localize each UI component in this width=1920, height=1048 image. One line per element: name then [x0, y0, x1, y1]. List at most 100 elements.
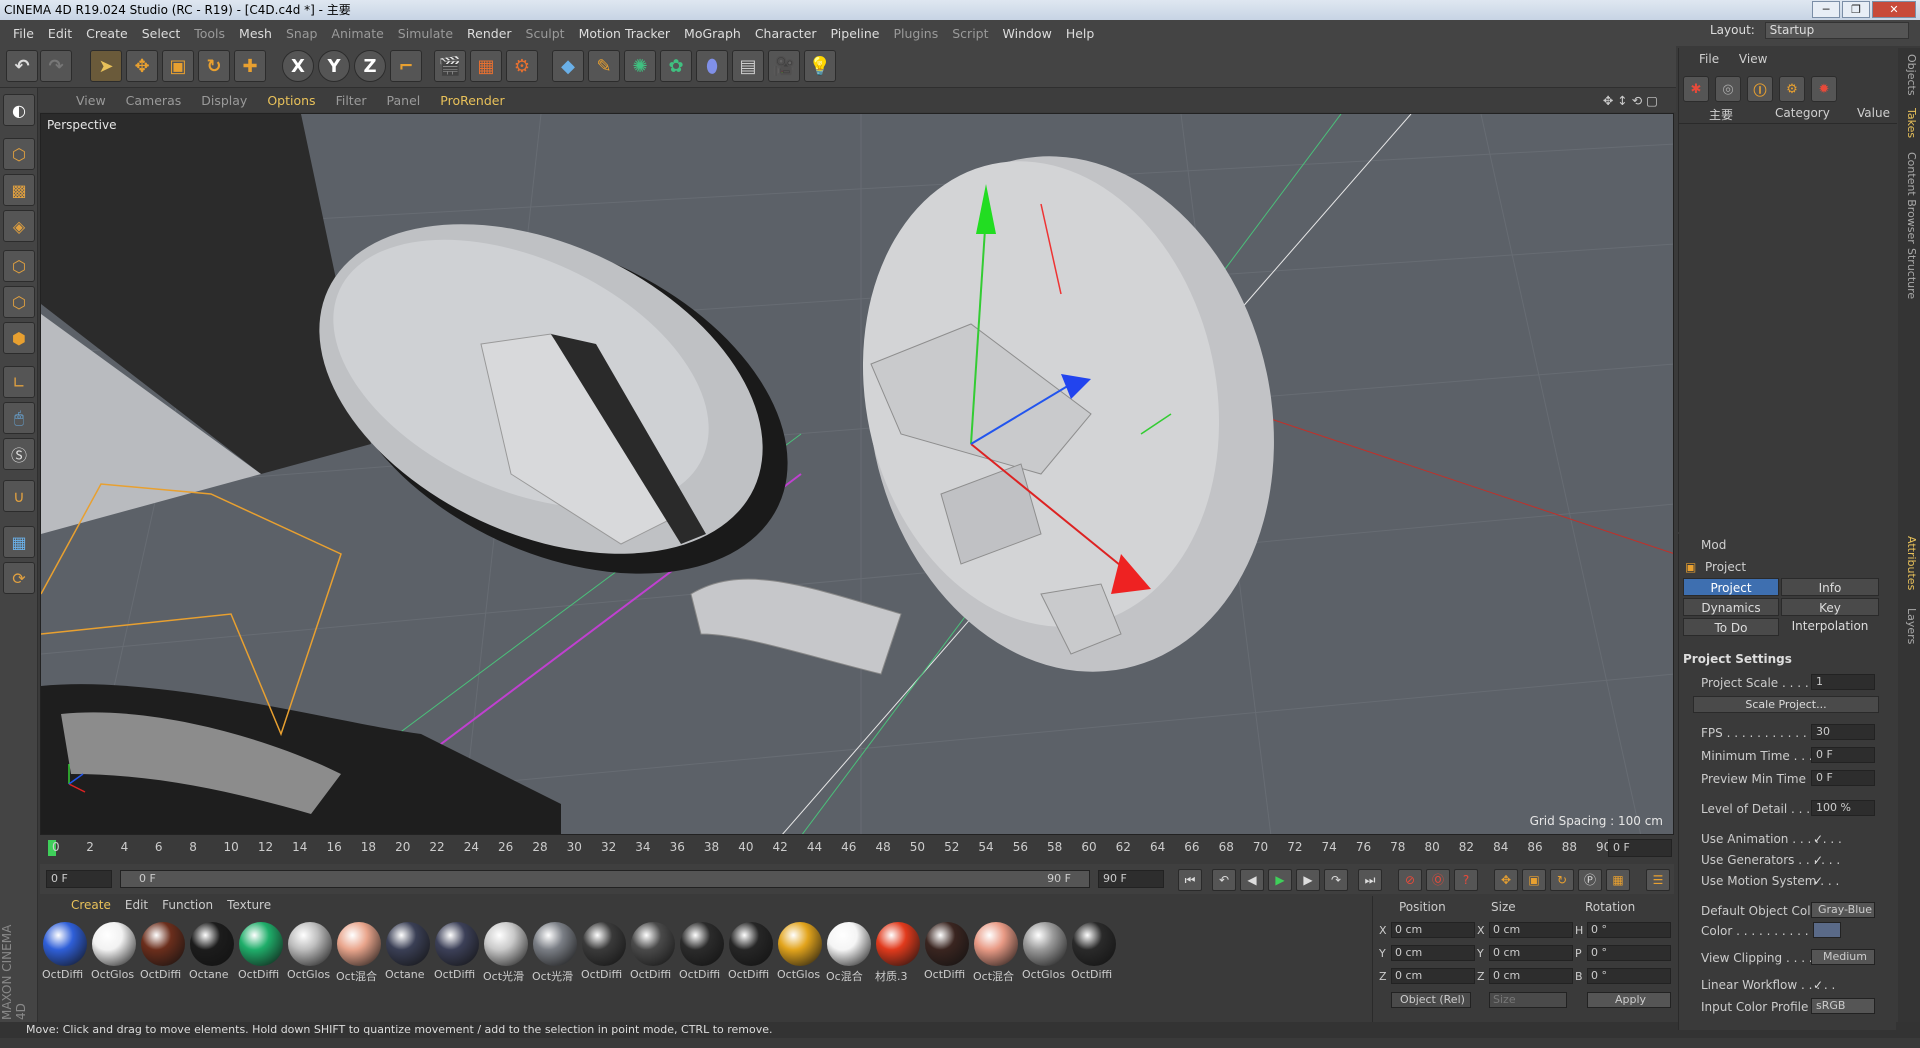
end-frame-field[interactable]: 90 F: [1098, 870, 1164, 888]
move-tool-icon[interactable]: ✥: [126, 50, 158, 82]
3d-viewport[interactable]: Perspective Grid Spacing : 100 cm: [40, 113, 1674, 835]
spline-pen-icon[interactable]: ✎: [588, 50, 620, 82]
current-frame-field[interactable]: 0 F: [1608, 839, 1672, 857]
material-swatch[interactable]: OctDiffi: [140, 922, 186, 981]
material-swatch[interactable]: OctDiffi: [1071, 922, 1117, 981]
layout-dropdown[interactable]: Startup: [1764, 22, 1909, 39]
menu-motion-tracker[interactable]: Motion Tracker: [572, 26, 677, 41]
size-x-field[interactable]: 0 cm: [1489, 922, 1573, 938]
menu-character[interactable]: Character: [748, 26, 824, 41]
viewport-menu-panel[interactable]: Panel: [377, 93, 431, 108]
minimum-time-field[interactable]: 0 F: [1811, 747, 1875, 763]
layout-selector[interactable]: Layout: Startup: [1710, 22, 1909, 39]
viewport-menu-filter[interactable]: Filter: [326, 93, 377, 108]
menu-tools[interactable]: Tools: [187, 26, 232, 41]
material-swatch[interactable]: OctDiffi: [581, 922, 627, 981]
view-clipping-dropdown[interactable]: Medium: [1811, 949, 1875, 965]
main-take-name[interactable]: 主要: [1709, 106, 1733, 123]
material-swatch[interactable]: OctDiffi: [728, 922, 774, 981]
preview-range-slider[interactable]: 0 F 90 F: [120, 870, 1090, 888]
snap-icon[interactable]: ∪: [3, 480, 35, 512]
size-z-field[interactable]: 0 cm: [1489, 968, 1573, 984]
material-swatch[interactable]: Oct光滑: [532, 922, 578, 984]
use-generators-checkbox[interactable]: ✓: [1813, 853, 1823, 867]
tab-info[interactable]: Info: [1781, 578, 1879, 596]
next-frame-icon[interactable]: ▶: [1296, 869, 1320, 891]
preview-min-time-field[interactable]: 0 F: [1811, 770, 1875, 786]
make-editable-icon[interactable]: ◐: [3, 94, 35, 126]
take-icon[interactable]: ✱: [1683, 76, 1709, 102]
material-swatch[interactable]: 材质.3: [875, 922, 921, 984]
menu-render[interactable]: Render: [460, 26, 519, 41]
lock-workplane-icon[interactable]: ▦: [3, 526, 35, 558]
viewport-menu-cameras[interactable]: Cameras: [116, 93, 192, 108]
menu-plugins[interactable]: Plugins: [886, 26, 945, 41]
linear-workflow-checkbox[interactable]: ✓: [1813, 978, 1823, 992]
material-swatch[interactable]: OctDiffi: [434, 922, 480, 981]
menu-window[interactable]: Window: [996, 26, 1059, 41]
tab-dynamics[interactable]: Dynamics: [1683, 598, 1779, 616]
menu-sculpt[interactable]: Sculpt: [519, 26, 572, 41]
planar-workplane-icon[interactable]: ⟳: [3, 562, 35, 594]
position-x-field[interactable]: 0 cm: [1391, 922, 1475, 938]
rotation-p-field[interactable]: 0 °: [1587, 945, 1671, 961]
keyframe-selection-icon[interactable]: ?: [1454, 869, 1478, 891]
default-object-color-dropdown[interactable]: Gray-Blue: [1811, 902, 1875, 918]
side-tab-structure[interactable]: Structure: [1900, 248, 1918, 299]
tweak-mode-icon[interactable]: 🖱: [3, 402, 35, 434]
solo-mode-icon[interactable]: Ⓢ: [3, 438, 35, 470]
tab-key-interpolation[interactable]: Key Interpolation: [1781, 598, 1879, 633]
polygons-mode-icon[interactable]: ⬢: [3, 322, 35, 354]
apply-button[interactable]: Apply: [1587, 992, 1671, 1008]
timeline-ruler[interactable]: 0 2 4 6 8 10 12 14 16 18 20 22 24 26 28 30 32 34 36 38 40 42 4…: [40, 836, 1674, 860]
cube-primitive-icon[interactable]: ◆: [552, 50, 584, 82]
input-color-profile-dropdown[interactable]: sRGB: [1811, 998, 1875, 1014]
override-icon[interactable]: ◎: [1715, 76, 1741, 102]
level-of-detail-field[interactable]: 100 %: [1811, 800, 1875, 816]
coordinate-mode-dropdown[interactable]: Object (Rel): [1391, 992, 1471, 1008]
lock-override-icon[interactable]: ⚙: [1779, 76, 1805, 102]
points-mode-icon[interactable]: ⬡: [3, 250, 35, 282]
edges-mode-icon[interactable]: ⬡: [3, 286, 35, 318]
subdivision-icon[interactable]: ✺: [624, 50, 656, 82]
key-rotation-icon[interactable]: ↻: [1550, 869, 1574, 891]
next-key-icon[interactable]: ↷: [1324, 869, 1348, 891]
texture-mode-icon[interactable]: ▩: [3, 174, 35, 206]
material-swatch[interactable]: Oct混合: [336, 922, 382, 984]
menu-file[interactable]: File: [6, 26, 41, 41]
viewport-menu-view[interactable]: View: [66, 93, 116, 108]
redo-icon[interactable]: ↷: [40, 50, 72, 82]
transform-tool-icon[interactable]: ✚: [234, 50, 266, 82]
use-motion-system-checkbox[interactable]: ✓: [1813, 874, 1823, 888]
position-z-field[interactable]: 0 cm: [1391, 968, 1475, 984]
menu-pipeline[interactable]: Pipeline: [824, 26, 887, 41]
go-to-start-icon[interactable]: ⏮: [1178, 869, 1202, 891]
render-take-icon[interactable]: ✹: [1811, 76, 1837, 102]
material-swatch[interactable]: OctDiffi: [679, 922, 725, 981]
y-axis-lock[interactable]: Y: [318, 50, 350, 82]
material-swatch[interactable]: Octane: [189, 922, 235, 981]
position-y-field[interactable]: 0 cm: [1391, 945, 1475, 961]
previous-key-icon[interactable]: ↶: [1212, 869, 1236, 891]
material-swatch[interactable]: Oct光滑: [483, 922, 529, 984]
z-axis-lock[interactable]: Z: [354, 50, 386, 82]
render-view-icon[interactable]: 🎬: [434, 50, 466, 82]
size-mode-dropdown[interactable]: Size: [1489, 992, 1567, 1008]
material-swatch[interactable]: OctDiffi: [924, 922, 970, 981]
menu-script[interactable]: Script: [945, 26, 995, 41]
size-y-field[interactable]: 0 cm: [1489, 945, 1573, 961]
timeline-window-icon[interactable]: ☰: [1646, 869, 1670, 891]
side-tab-attributes[interactable]: Attributes: [1900, 536, 1918, 590]
render-to-picture-viewer-icon[interactable]: ▦: [470, 50, 502, 82]
start-frame-field[interactable]: 0 F: [46, 870, 112, 888]
menu-mograph[interactable]: MoGraph: [677, 26, 748, 41]
menu-snap[interactable]: Snap: [279, 26, 324, 41]
light-icon[interactable]: 💡: [804, 50, 836, 82]
rotation-b-field[interactable]: 0 °: [1587, 968, 1671, 984]
viewport-menu-display[interactable]: Display: [191, 93, 257, 108]
menu-edit[interactable]: Edit: [41, 26, 79, 41]
record-active-icon[interactable]: ⊘: [1398, 869, 1422, 891]
color-swatch[interactable]: [1813, 922, 1841, 938]
close-button[interactable]: ✕: [1872, 1, 1916, 18]
material-swatch[interactable]: OctGlos: [777, 922, 823, 981]
